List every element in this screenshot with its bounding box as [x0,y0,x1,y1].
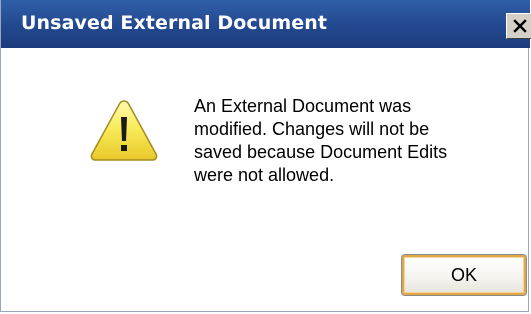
close-button[interactable] [506,13,531,39]
dialog-titlebar[interactable]: Unsaved External Document [1,0,531,48]
message-line: An External Document was [194,96,412,116]
message-line: modified. Changes will not be [194,119,430,139]
warning-icon [90,100,158,161]
ok-button[interactable]: OK [401,254,527,296]
unsaved-external-document-dialog: Unsaved External Document An External Do… [0,0,531,312]
message-line: saved because Document Edits [194,142,448,162]
message-line: were not allowed. [194,165,335,185]
dialog-title: Unsaved External Document [21,12,328,34]
dialog-message: An External Document was modified. Chang… [194,95,514,187]
close-icon [513,19,527,33]
